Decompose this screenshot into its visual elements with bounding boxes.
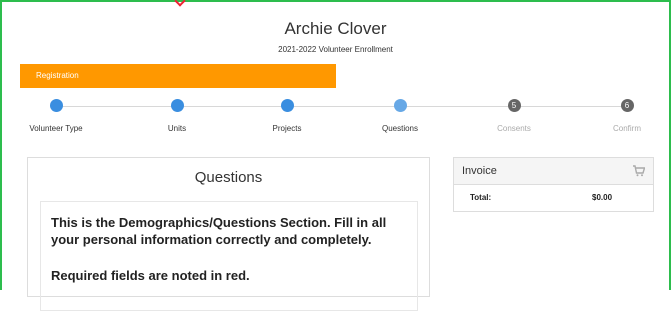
step-questions[interactable]: Questions bbox=[340, 99, 460, 133]
step-units[interactable]: Units bbox=[117, 99, 237, 133]
progress-bar: Registration bbox=[20, 64, 336, 88]
step-complete-icon bbox=[170, 99, 184, 112]
invoice-total-row: Total: $0.00 bbox=[454, 185, 653, 211]
total-value: $0.00 bbox=[592, 193, 613, 202]
invoice-title: Invoice bbox=[462, 165, 497, 177]
step-complete-icon bbox=[280, 99, 294, 112]
page-subtitle: 2021-2022 Volunteer Enrollment bbox=[278, 45, 393, 54]
step-projects[interactable]: Projects bbox=[227, 99, 347, 133]
questions-title: Questions bbox=[194, 169, 263, 186]
questions-intro: This is the Demographics/Questions Secti… bbox=[51, 215, 387, 247]
cart-icon[interactable] bbox=[633, 165, 645, 177]
step-current-icon bbox=[393, 99, 407, 112]
step-label: Questions bbox=[381, 124, 419, 133]
step-confirm[interactable]: 6 Confirm bbox=[567, 99, 671, 133]
questions-info-box: This is the Demographics/Questions Secti… bbox=[40, 201, 418, 311]
step-label: Volunteer Type bbox=[29, 124, 83, 133]
page-title: Archie Clover bbox=[284, 19, 387, 38]
step-label: Units bbox=[167, 124, 187, 133]
step-consents[interactable]: 5 Consents bbox=[454, 99, 574, 133]
step-volunteer-type[interactable]: Volunteer Type bbox=[0, 99, 116, 133]
invoice-panel: Invoice Total: $0.00 bbox=[453, 157, 654, 212]
step-complete-icon bbox=[49, 99, 63, 112]
step-label: Projects bbox=[272, 124, 302, 133]
invoice-header: Invoice bbox=[454, 158, 653, 185]
step-number-badge: 6 bbox=[620, 99, 634, 112]
step-label: Confirm bbox=[612, 124, 641, 133]
total-label: Total: bbox=[470, 193, 492, 202]
questions-panel: Questions This is the Demographics/Quest… bbox=[27, 157, 430, 311]
required-note: Required fields are noted in red. bbox=[51, 268, 250, 283]
progress-label: Registration bbox=[36, 71, 79, 80]
step-label: Consents bbox=[497, 124, 531, 133]
step-number-badge: 5 bbox=[507, 99, 521, 112]
